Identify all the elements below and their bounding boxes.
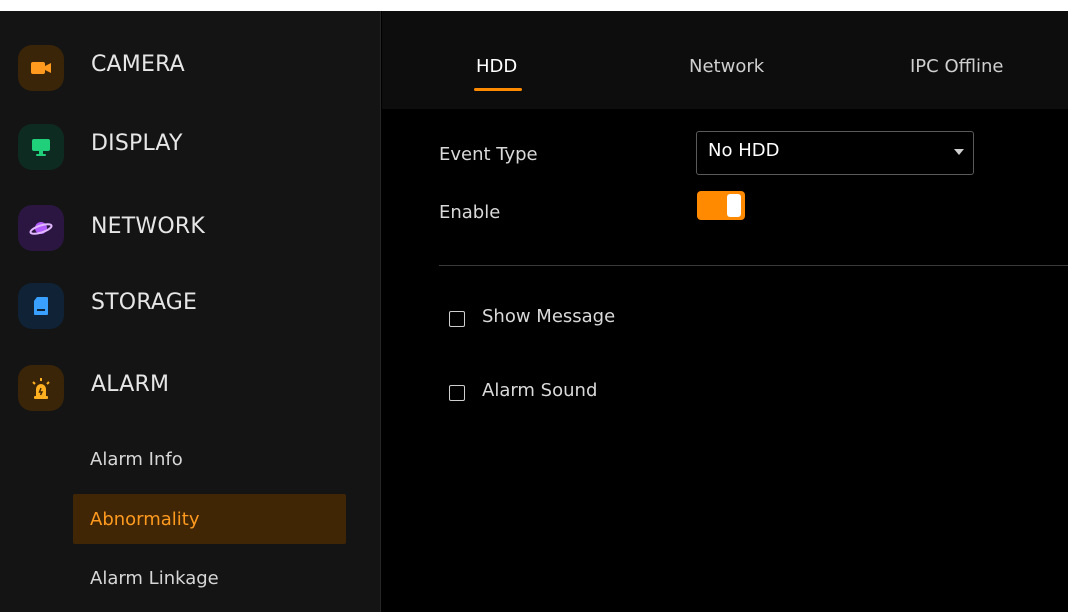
enable-toggle[interactable] [697,191,745,220]
enable-label: Enable [439,202,501,223]
event-type-label: Event Type [439,144,538,165]
divider [439,265,1068,266]
sidebar-item-label: DISPLAY [91,131,183,156]
sub-item-alarm-info[interactable]: Alarm Info [73,434,346,484]
main-panel: HDD Network IPC Offline Event Type No HD… [382,11,1068,612]
tab-bar: HDD Network IPC Offline [382,11,1068,109]
sidebar-item-label: STORAGE [91,290,198,315]
toggle-knob [727,194,741,217]
tab-hdd[interactable]: HDD [476,56,517,77]
alarm-sound-label: Alarm Sound [482,380,598,401]
planet-icon [18,205,64,251]
sidebar-item-alarm[interactable]: ALARM [0,356,381,420]
sidebar-item-label: CAMERA [91,52,185,77]
show-message-checkbox[interactable] [449,311,465,327]
storage-card-icon [18,283,64,329]
sidebar: CAMERA DISPLAY NETWORK STORAGE ALARM Ala… [0,11,381,612]
camera-icon [18,45,64,91]
sidebar-item-label: ALARM [91,372,170,397]
sub-item-abnormality[interactable]: Abnormality [73,494,346,544]
event-type-dropdown[interactable]: No HDD [696,131,974,175]
sidebar-item-label: NETWORK [91,214,205,239]
chevron-down-icon [954,149,964,155]
event-type-value: No HDD [708,140,780,161]
sidebar-item-storage[interactable]: STORAGE [0,274,381,338]
active-tab-indicator [474,88,522,91]
sidebar-item-display[interactable]: DISPLAY [0,115,381,179]
alarm-siren-icon [18,365,64,411]
sub-item-alarm-linkage[interactable]: Alarm Linkage [73,553,346,603]
alarm-sound-checkbox[interactable] [449,385,465,401]
monitor-icon [18,124,64,170]
sidebar-item-network[interactable]: NETWORK [0,196,381,260]
tab-ipc-offline[interactable]: IPC Offline [910,56,1004,77]
show-message-label: Show Message [482,306,616,327]
sidebar-item-camera[interactable]: CAMERA [0,36,381,100]
tab-network[interactable]: Network [689,56,764,77]
